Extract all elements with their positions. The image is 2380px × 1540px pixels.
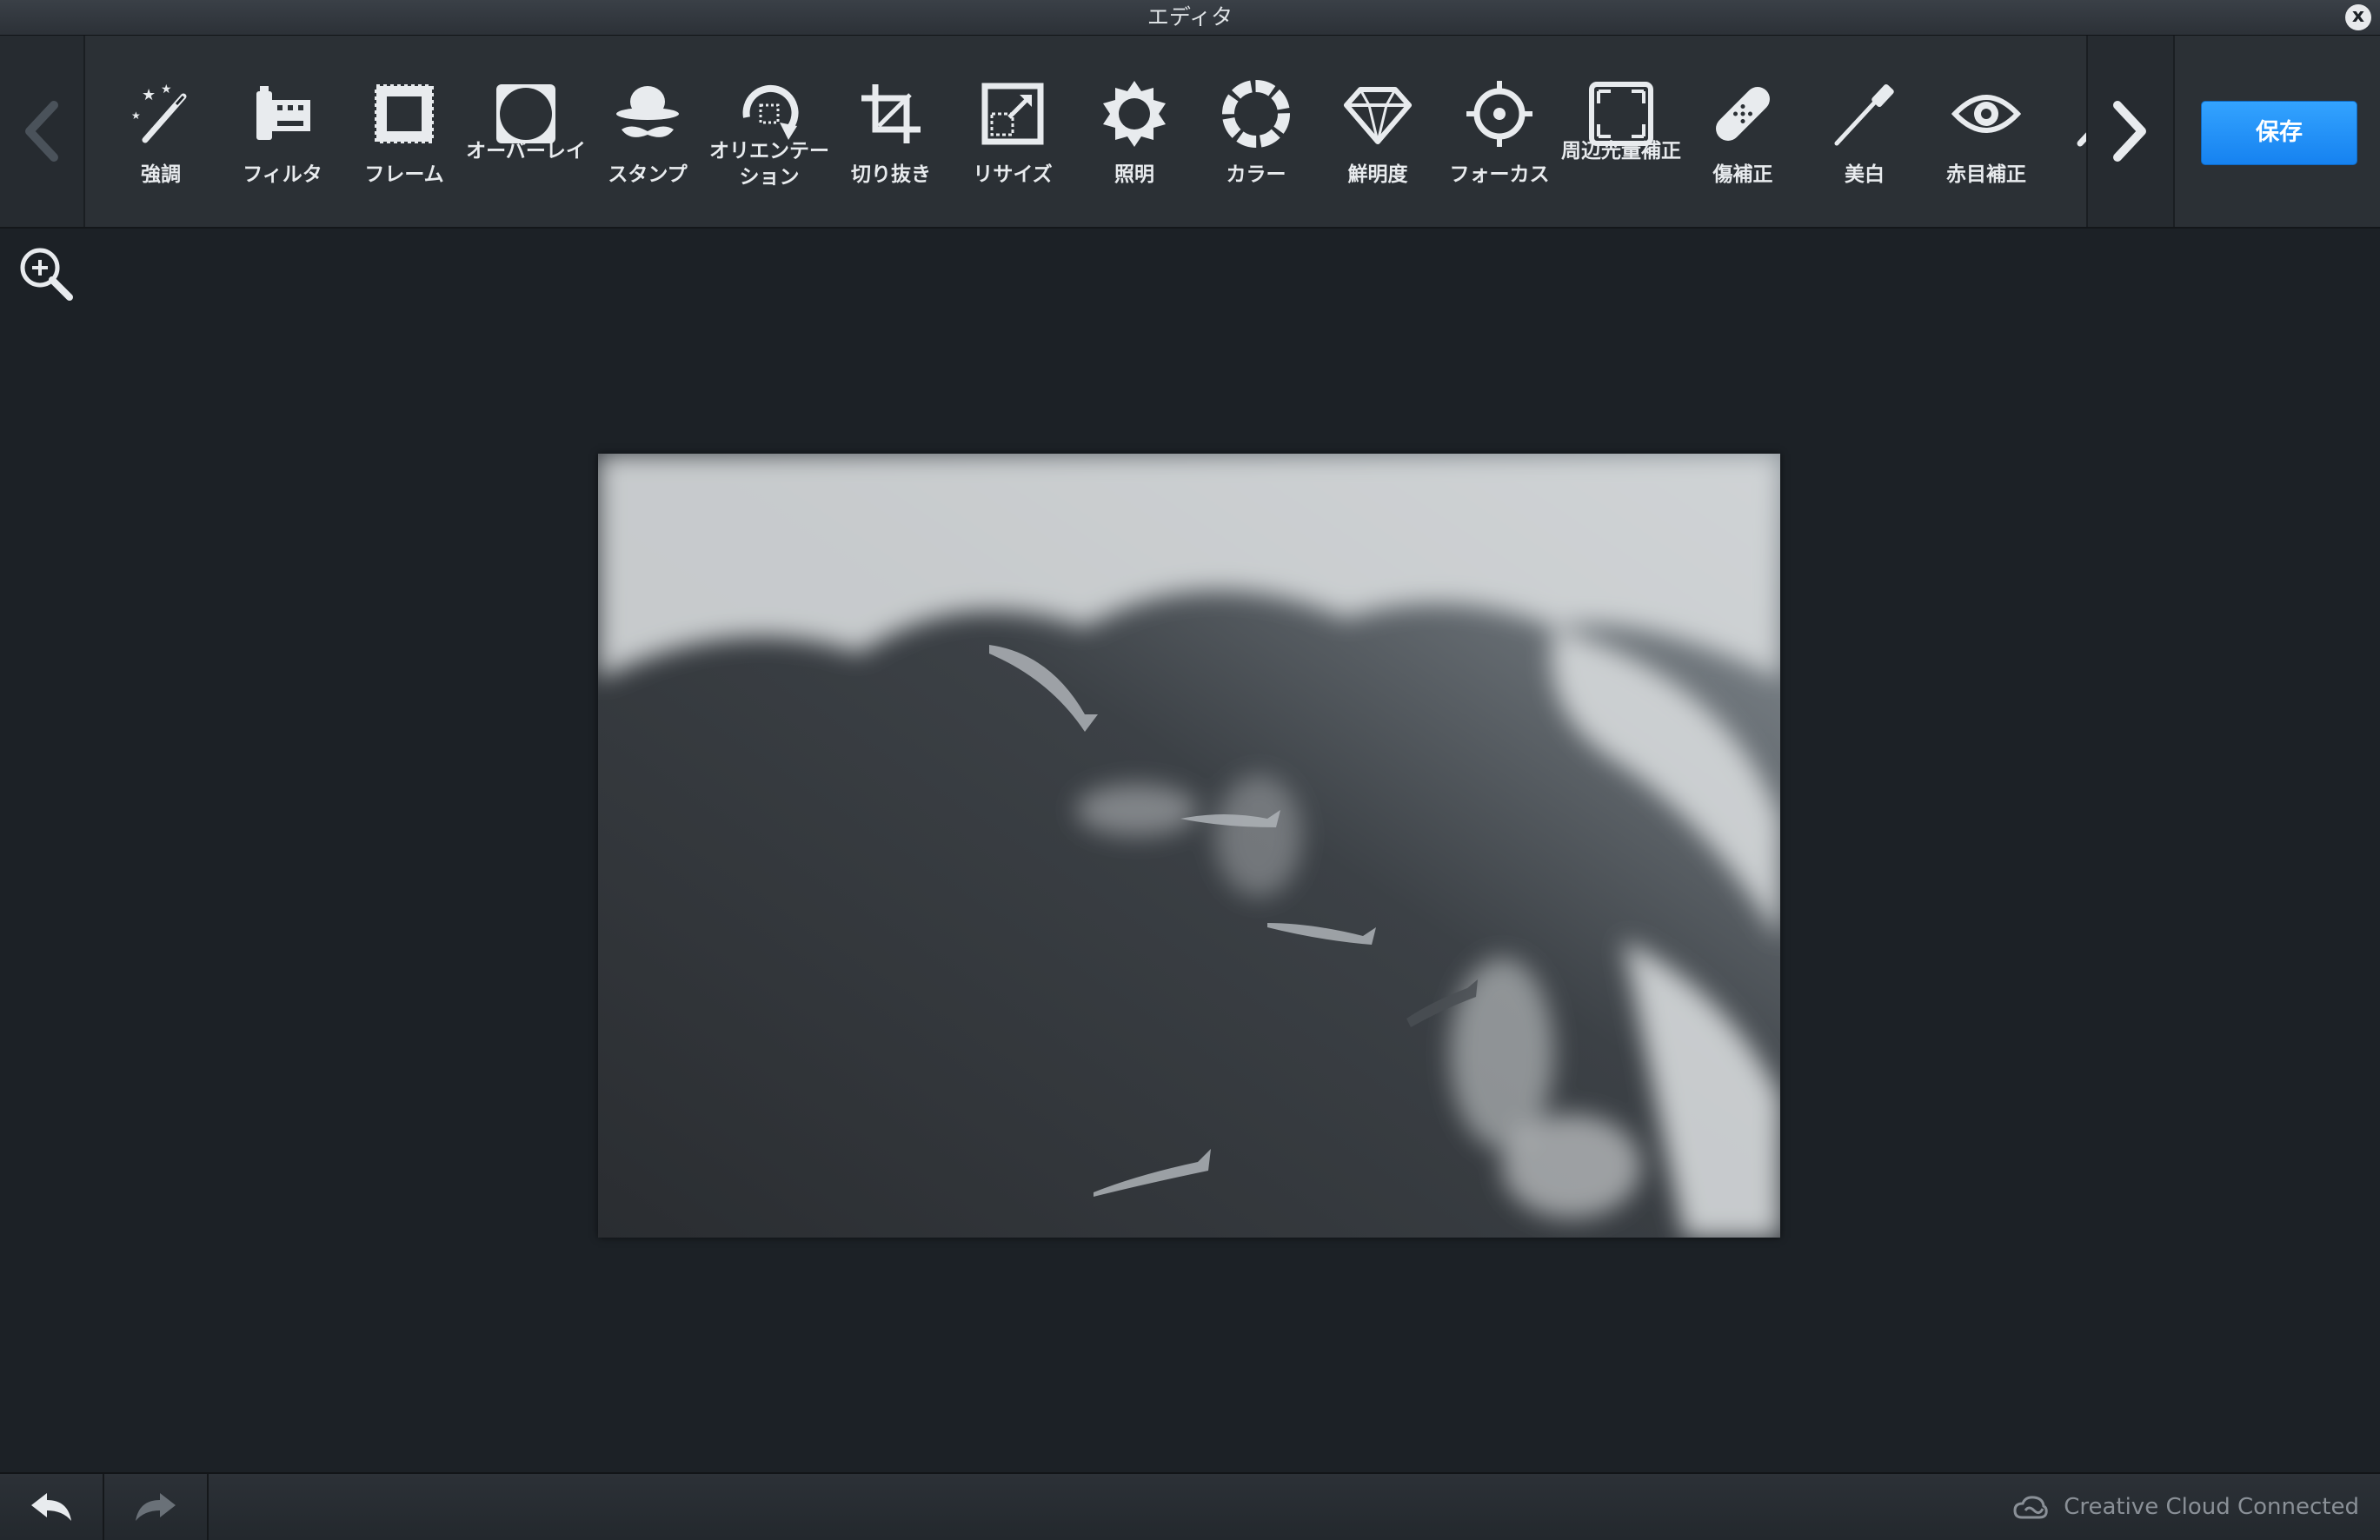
tool-whiten-label: 美白 [1845, 163, 1885, 186]
tool-sharpness[interactable]: 鮮明度 [1317, 36, 1439, 227]
bottom-bar: Creative Cloud Connected [0, 1472, 2380, 1540]
resize-icon [981, 83, 1044, 145]
undo-icon [31, 1493, 71, 1521]
redo-icon [136, 1493, 176, 1521]
tool-focus-label: フォーカス [1449, 163, 1550, 186]
svg-text:★: ★ [161, 83, 172, 96]
tool-red-eye[interactable]: 赤目補正 [1925, 36, 2047, 227]
tool-lighting-label: 照明 [1114, 163, 1154, 186]
tool-enhance-label: 強調 [141, 163, 181, 186]
tool-crop[interactable]: 切り抜き [830, 36, 952, 227]
tool-sharpness-label: 鮮明度 [1347, 163, 1408, 186]
tool-lighting[interactable]: 照明 [1074, 36, 1195, 227]
status-text: Creative Cloud Connected [2064, 1494, 2359, 1520]
tool-vignette[interactable]: 周辺光量補正 [1560, 36, 1682, 227]
diamond-icon [1344, 87, 1412, 144]
chevron-left-icon [25, 101, 58, 162]
save-area: 保存 [2173, 36, 2380, 227]
tool-filter-label: フィルタ [243, 163, 322, 186]
title-bar: エディタ x [0, 0, 2380, 36]
window-title: エディタ [1147, 4, 1233, 30]
tool-overlay[interactable]: オーバーレイ [465, 36, 587, 227]
tool-vignette-label: 周辺光量補正 [1561, 140, 1681, 163]
photo-fish-in-water [598, 454, 1780, 1238]
magic-wand-icon: ★ ★ ★ ✦ [131, 83, 187, 143]
tool-color[interactable]: カラー [1195, 36, 1317, 227]
tool-stamp[interactable]: スタンプ [587, 36, 708, 227]
tool-frame[interactable]: フレーム [343, 36, 465, 227]
tool-strip: ★ ★ ★ ✦ 強調 フィルタ フレーム オーバーレイ スタンプ オリエンテーシ… [85, 36, 2086, 227]
creative-cloud-status: Creative Cloud Connected [2013, 1474, 2359, 1540]
hat-mustache-icon [616, 86, 679, 137]
scroll-tools-left-button[interactable] [0, 36, 85, 227]
pen-icon [2077, 132, 2086, 147]
close-button[interactable]: x [2345, 4, 2371, 30]
tool-color-label: カラー [1226, 163, 1286, 186]
tool-blemish-label: 傷補正 [1712, 163, 1773, 186]
tool-blemish[interactable]: 傷補正 [1682, 36, 1804, 227]
target-icon [1466, 81, 1532, 147]
save-button[interactable]: 保存 [2201, 101, 2357, 165]
svg-text:★: ★ [142, 86, 156, 104]
zoom-in-icon [20, 248, 73, 301]
creative-cloud-icon [2013, 1495, 2048, 1518]
tool-orientation[interactable]: オリエンテーション [708, 36, 830, 227]
crop-icon [861, 84, 921, 143]
edited-photo[interactable] [598, 454, 1780, 1238]
chevron-right-icon [2113, 101, 2146, 162]
redo-button[interactable] [104, 1474, 209, 1540]
tool-filter[interactable]: フィルタ [222, 36, 343, 227]
eye-icon [1951, 95, 2021, 133]
tool-enhance[interactable]: ★ ★ ★ ✦ 強調 [100, 36, 222, 227]
tool-focus[interactable]: フォーカス [1439, 36, 1560, 227]
tool-crop-label: 切り抜き [851, 163, 931, 186]
brush-icon [1834, 83, 1894, 146]
svg-text:✦: ✦ [150, 124, 157, 134]
tool-draw[interactable]: ド [2047, 36, 2086, 227]
frame-icon [375, 84, 434, 143]
tool-whiten[interactable]: 美白 [1804, 36, 1925, 227]
zoom-in-button[interactable] [16, 243, 76, 304]
close-icon: x [2351, 5, 2365, 27]
tool-stamp-label: スタンプ [608, 163, 688, 186]
bandage-icon [1716, 87, 1770, 141]
scroll-tools-right-button[interactable] [2086, 36, 2175, 227]
undo-button[interactable] [0, 1474, 104, 1540]
film-filter-icon [256, 86, 310, 140]
tool-frame-label: フレーム [364, 163, 444, 186]
tool-draw-label: ド [2047, 163, 2086, 187]
svg-text:★: ★ [131, 110, 141, 122]
tool-resize-label: リサイズ [973, 163, 1053, 186]
tool-overlay-label: オーバーレイ [466, 140, 586, 163]
tool-red-eye-label: 赤目補正 [1946, 163, 2026, 186]
tool-resize[interactable]: リサイズ [952, 36, 1074, 227]
sun-icon [1103, 81, 1166, 147]
tool-toolbar: ★ ★ ★ ✦ 強調 フィルタ フレーム オーバーレイ スタンプ オリエンテーシ… [0, 36, 2380, 229]
color-wheel-icon [1222, 80, 1290, 148]
tool-orientation-label: オリエンテーション [709, 140, 829, 189]
